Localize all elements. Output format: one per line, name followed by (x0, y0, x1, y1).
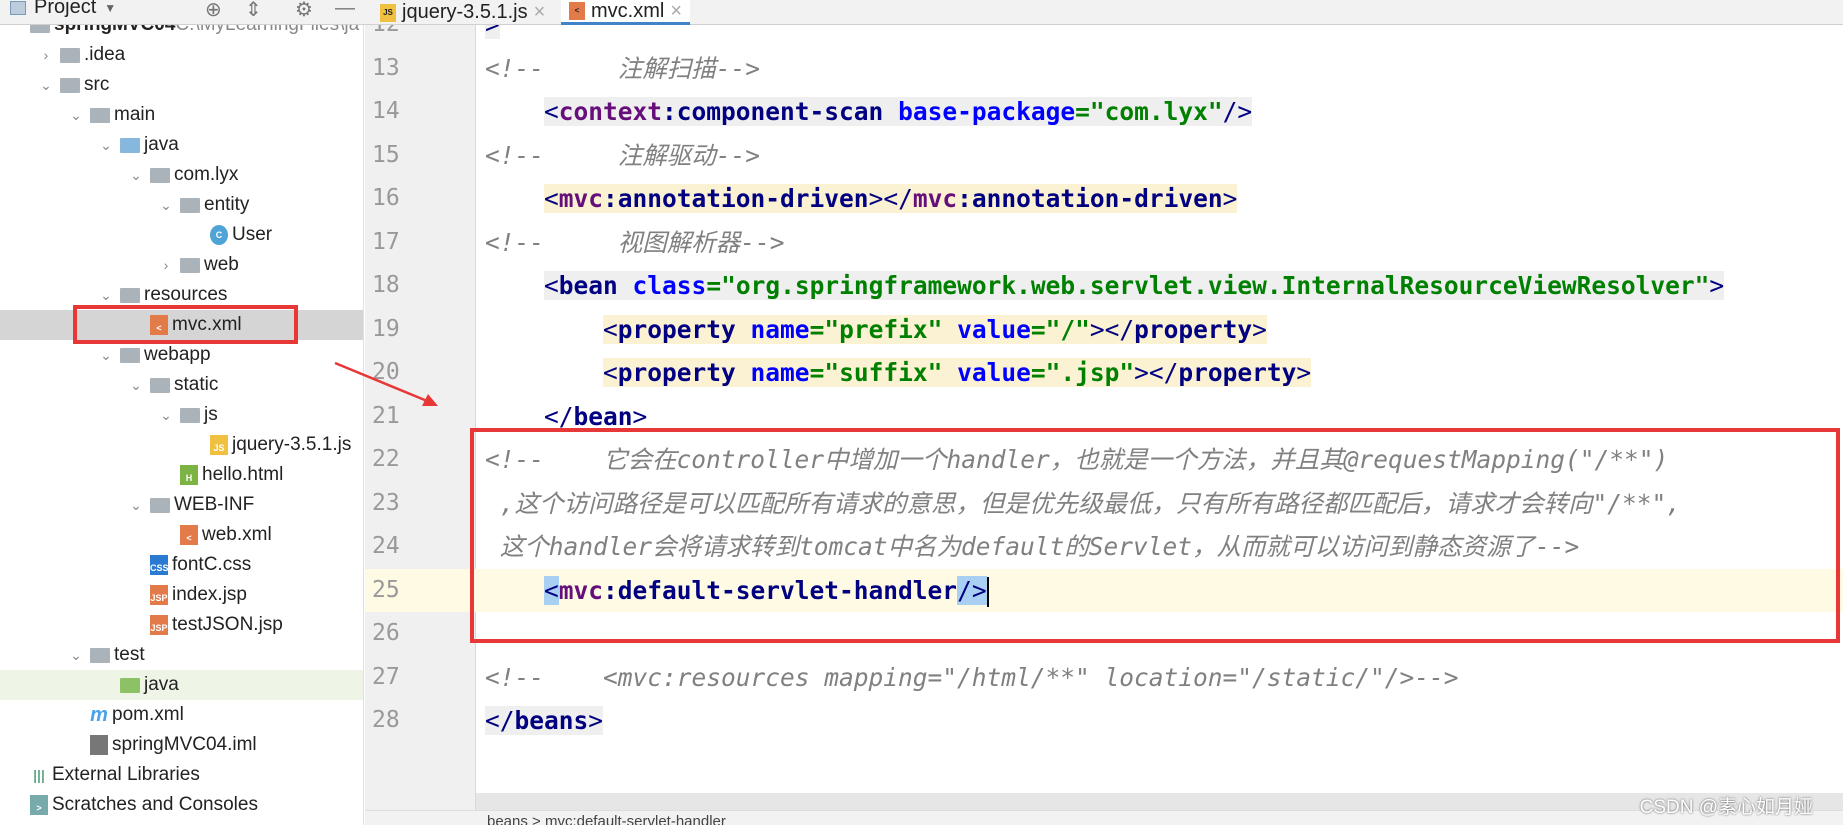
breadcrumb[interactable]: beans > mvc:default-servlet-handler (365, 810, 1843, 825)
annotation-arrow (334, 361, 438, 406)
watermark: CSDN @素心如月娅 (1639, 797, 1813, 818)
